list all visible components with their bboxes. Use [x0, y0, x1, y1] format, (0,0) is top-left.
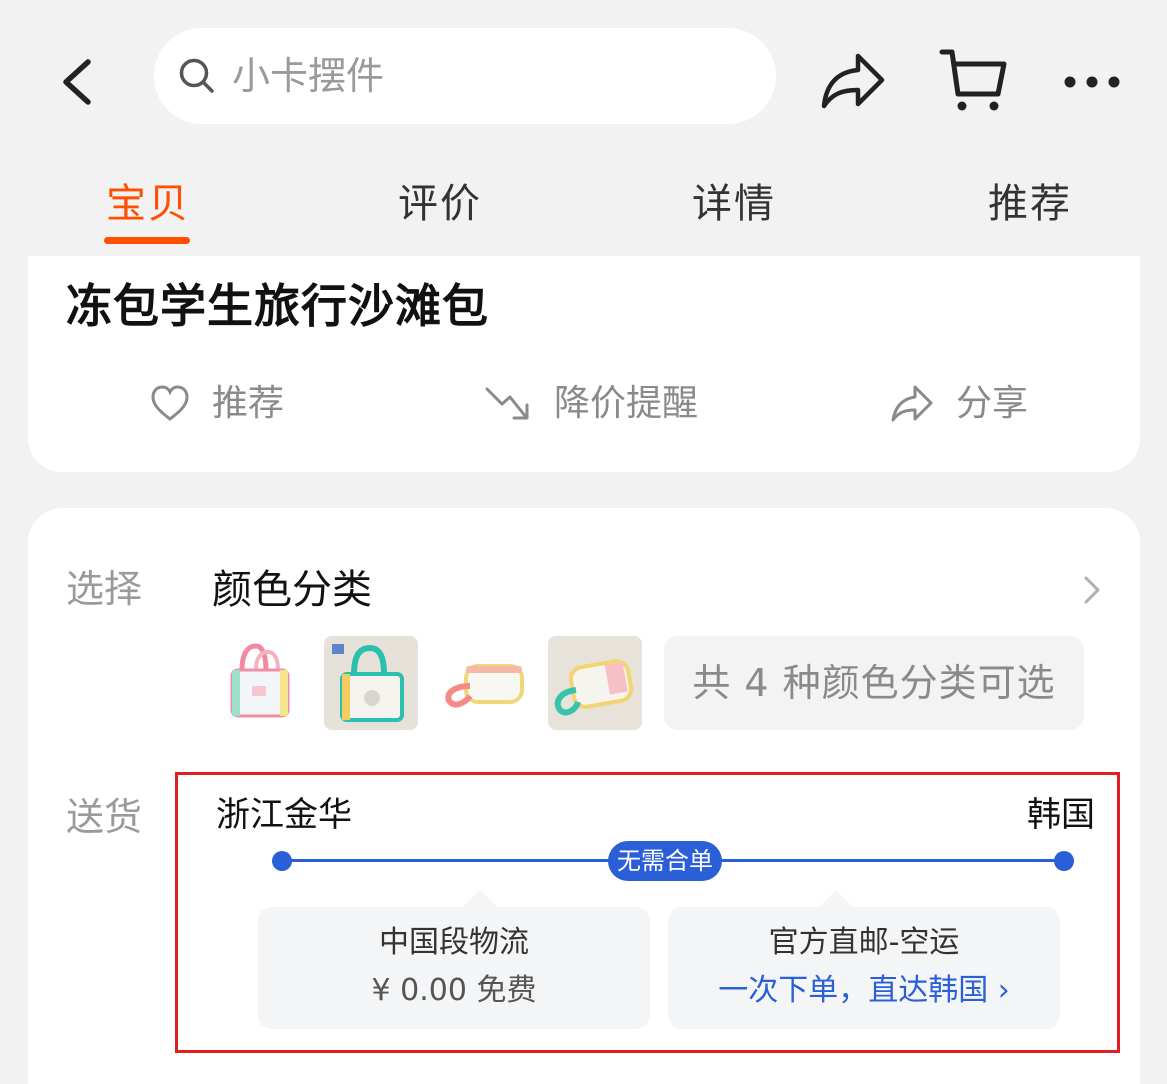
international-shipping-link[interactable]: 一次下单，直达韩国 ›	[668, 971, 1060, 1011]
shipping-destination: 韩国	[1027, 795, 1095, 835]
recommend-button[interactable]: 推荐	[150, 378, 290, 434]
pouch-image	[445, 664, 524, 708]
cart-icon[interactable]	[938, 46, 1010, 116]
color-thumbnail[interactable]	[324, 636, 418, 730]
tab-details[interactable]: 详情	[692, 178, 776, 230]
more-colors-button[interactable]: 共 4 种颜色分类可选	[664, 636, 1084, 730]
share-label: 分享	[956, 383, 1029, 424]
product-title: 冻包学生旅行沙滩包	[66, 279, 489, 333]
chevron-right-icon[interactable]	[1078, 570, 1104, 610]
search-input[interactable]: 小卡摆件	[154, 28, 776, 124]
tab-reviews[interactable]: 评价	[398, 178, 482, 230]
international-shipping-card[interactable]: 官方直邮-空运 一次下单，直达韩国 ›	[668, 890, 1060, 1029]
card-notch	[819, 890, 853, 924]
price-alert-label: 降价提醒	[554, 383, 699, 424]
color-thumbnail[interactable]	[548, 636, 642, 730]
shipping-route-panel: 浙江金华 韩国 无需合单 中国段物流 ¥ 0.00 免费 官方直邮-空运 一次下…	[175, 772, 1120, 1053]
top-bar: 小卡摆件	[0, 0, 1167, 150]
more-colors-label: 共 4 种颜色分类可选	[692, 661, 1056, 705]
shipping-origin: 浙江金华	[216, 795, 352, 835]
tab-item[interactable]: 宝贝	[106, 178, 190, 230]
search-placeholder: 小卡摆件	[232, 54, 385, 98]
domestic-logistics-card: 中国段物流 ¥ 0.00 免费	[258, 890, 650, 1029]
pouch-image	[548, 636, 642, 730]
purchase-options-card: 选择 颜色分类 共 4 种颜色分类可选 送货 浙江金华 韩国 无需合单 中国段物…	[28, 508, 1140, 1084]
route-start-dot	[272, 851, 292, 871]
domestic-logistics-price: ¥ 0.00 免费	[371, 973, 537, 1008]
color-category-title[interactable]: 颜色分类	[212, 564, 372, 616]
tab-active-indicator	[104, 237, 190, 244]
color-thumbnail[interactable]	[212, 636, 306, 730]
share-icon	[891, 385, 933, 422]
price-alert-button[interactable]: 降价提醒	[484, 378, 704, 434]
heart-icon	[151, 385, 189, 421]
bag-image	[324, 636, 418, 730]
no-merge-badge: 无需合单	[608, 841, 722, 881]
international-shipping-title: 官方直邮-空运	[768, 925, 960, 960]
more-icon[interactable]	[1060, 70, 1124, 94]
shipping-label: 送货	[66, 795, 143, 839]
product-page: 小卡摆件 宝贝 评价 详情 推荐 ​ 冻包学生旅行沙滩包 推荐	[0, 0, 1167, 1084]
share-icon[interactable]	[818, 50, 888, 112]
tab-recommend[interactable]: 推荐	[988, 178, 1072, 230]
share-button[interactable]: 分享	[890, 378, 1030, 434]
select-label: 选择	[66, 567, 143, 611]
search-icon	[179, 58, 214, 93]
card-notch	[463, 890, 497, 924]
domestic-logistics-title: 中国段物流	[379, 925, 529, 960]
route-end-dot	[1054, 851, 1074, 871]
bag-image	[230, 643, 290, 718]
color-thumbnail[interactable]	[436, 636, 530, 730]
price-down-icon	[485, 387, 529, 420]
recommend-label: 推荐	[212, 383, 285, 424]
back-arrow-icon[interactable]	[52, 52, 102, 112]
